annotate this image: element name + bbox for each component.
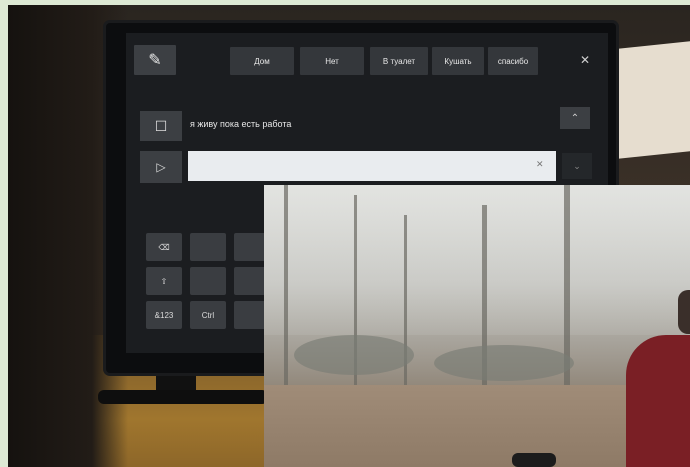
key[interactable] bbox=[190, 233, 226, 261]
text-input[interactable] bbox=[188, 151, 556, 181]
close-icon[interactable]: ✕ bbox=[570, 45, 600, 75]
wheelchair-wheel bbox=[512, 453, 556, 467]
input-row: ▷ ✕ ⌄ bbox=[140, 151, 596, 185]
background-object bbox=[618, 41, 690, 159]
person-head bbox=[678, 290, 690, 334]
phrase-row: ☐ я живу пока есть работа ⌃ bbox=[140, 107, 590, 145]
tree-trunk bbox=[284, 185, 288, 415]
inset-photo bbox=[264, 185, 690, 467]
fog bbox=[264, 185, 690, 335]
suggestion-button[interactable]: Нет bbox=[300, 47, 364, 75]
chevron-down-icon[interactable]: ⌄ bbox=[562, 153, 592, 179]
typed-phrase: я живу пока есть работа bbox=[190, 119, 292, 129]
shrub bbox=[434, 345, 574, 381]
backspace-key[interactable]: ⌫ bbox=[146, 233, 182, 261]
monitor-stand-base bbox=[98, 390, 268, 404]
shrub bbox=[294, 335, 414, 375]
suggestion-button[interactable]: Дом bbox=[230, 47, 294, 75]
shift-key[interactable]: ⇧ bbox=[146, 267, 182, 295]
suggestion-bar: ✎ Дом Нет В туалет Кушать спасибо ✕ bbox=[134, 43, 604, 77]
chevron-up-icon[interactable]: ⌃ bbox=[560, 107, 590, 129]
ctrl-key[interactable]: Ctrl bbox=[190, 301, 226, 329]
suggestion-button[interactable]: спасибо bbox=[488, 47, 538, 75]
stop-icon[interactable]: ☐ bbox=[140, 111, 182, 141]
tree-trunk bbox=[482, 205, 487, 415]
symbols-key[interactable]: &123 bbox=[146, 301, 182, 329]
tree-trunk bbox=[404, 215, 407, 395]
suggestion-button[interactable]: Кушать bbox=[432, 47, 484, 75]
suggestion-button[interactable]: В туалет bbox=[370, 47, 428, 75]
play-icon[interactable]: ▷ bbox=[140, 151, 182, 183]
person bbox=[626, 335, 690, 467]
pencil-icon[interactable]: ✎ bbox=[134, 45, 176, 75]
clear-icon[interactable]: ✕ bbox=[536, 159, 544, 170]
key[interactable] bbox=[190, 267, 226, 295]
